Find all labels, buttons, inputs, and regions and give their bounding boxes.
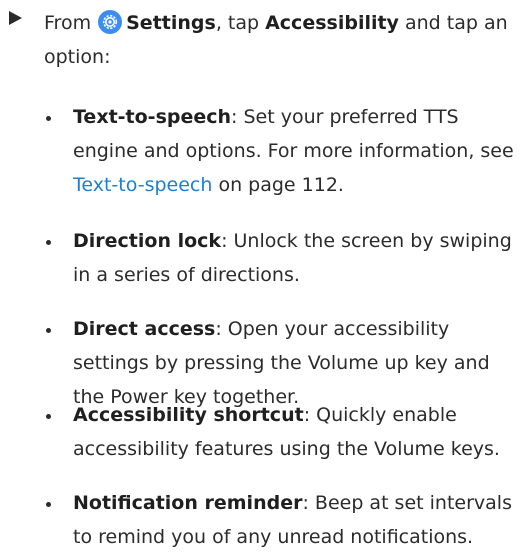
accessibility-label: Accessibility: [265, 12, 399, 34]
item-text: Text-to-speech: Set your preferred TTS e…: [73, 100, 518, 202]
step-from: From: [44, 12, 92, 34]
step-mid: , tap: [215, 12, 260, 34]
item-text: Notification reminder: Beep at set inter…: [73, 486, 518, 554]
item-term: Notification reminder: [73, 492, 303, 514]
settings-gear-icon: [98, 10, 123, 34]
bullet-icon: [46, 240, 51, 245]
bullet-icon: [46, 414, 51, 419]
text-to-speech-link[interactable]: Text-to-speech: [73, 174, 212, 196]
bullet-icon: [46, 328, 51, 333]
triangle-right-icon: [9, 11, 22, 25]
bullet-icon: [46, 502, 51, 507]
item-term: Accessibility shortcut: [73, 404, 304, 426]
bullet-icon: [46, 116, 51, 121]
item-text: Accessibility shortcut: Quickly enable a…: [73, 398, 518, 466]
item-term: Text-to-speech: [73, 106, 232, 128]
step-text: From Settings, tap Accessibility and tap…: [44, 6, 514, 74]
item-after: on page 112.: [218, 174, 344, 196]
settings-label: Settings: [126, 12, 216, 34]
item-term: Direction lock: [73, 230, 222, 252]
item-term: Direct access: [73, 318, 216, 340]
item-text: Direction lock: Unlock the screen by swi…: [73, 224, 518, 292]
